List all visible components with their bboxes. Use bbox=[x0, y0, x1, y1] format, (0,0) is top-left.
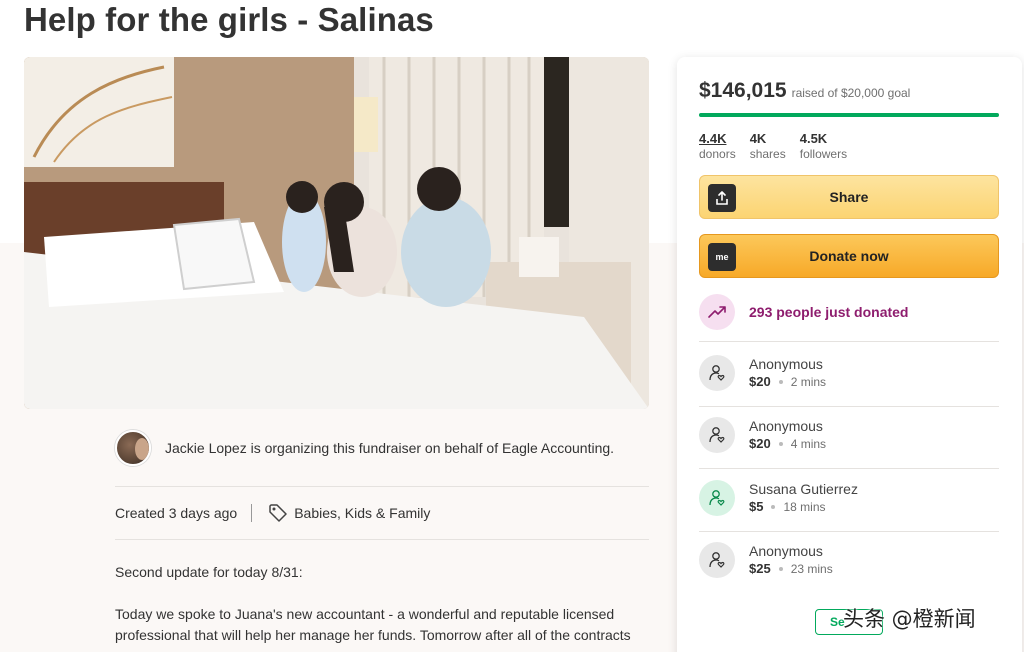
stat-donors[interactable]: 4.4K donors bbox=[699, 131, 736, 162]
gofundme-logo-icon: me bbox=[708, 243, 736, 271]
donation-item: Anonymous $25 23 mins bbox=[699, 542, 833, 578]
donor-heart-icon bbox=[699, 480, 735, 516]
organizer-avatar[interactable] bbox=[115, 430, 151, 466]
raised-summary: $146,015 raised of $20,000 goal bbox=[699, 79, 910, 103]
campaign-photo bbox=[24, 57, 649, 409]
created-date: Created 3 days ago bbox=[115, 505, 238, 521]
page-title: Help for the girls - Salinas bbox=[24, 1, 434, 38]
organizer-row: Jackie Lopez is organizing this fundrais… bbox=[115, 430, 614, 466]
donation-time: 23 mins bbox=[790, 562, 833, 576]
campaign-meta: Created 3 days ago Babies, Kids & Family bbox=[115, 503, 430, 523]
just-donated-text: 293 people just donated bbox=[749, 304, 909, 320]
story-paragraph: Second update for today 8/31: bbox=[115, 564, 303, 580]
trending-up-icon bbox=[699, 294, 735, 330]
donate-button-label: Donate now bbox=[809, 248, 889, 264]
stat-value: 4K bbox=[749, 131, 767, 146]
divider bbox=[115, 539, 649, 540]
donor-name: Susana Gutierrez bbox=[749, 481, 858, 497]
donation-amount: $25 bbox=[749, 561, 771, 576]
donation-amount: $20 bbox=[749, 436, 771, 451]
stat-shares: 4K shares bbox=[750, 131, 786, 162]
tag-icon bbox=[269, 504, 287, 522]
donor-heart-icon bbox=[699, 355, 735, 391]
raised-amount: $146,015 bbox=[699, 79, 787, 102]
donation-amount: $5 bbox=[749, 499, 764, 514]
donation-time: 2 mins bbox=[790, 375, 827, 389]
donor-heart-icon bbox=[699, 417, 735, 453]
stat-followers: 4.5K followers bbox=[800, 131, 847, 162]
watermark: 头条 @橙新闻 bbox=[843, 607, 976, 631]
donation-card: $146,015 raised of $20,000 goal 4.4K don… bbox=[677, 57, 1022, 652]
divider bbox=[699, 468, 999, 469]
dot-separator bbox=[778, 380, 783, 384]
share-button[interactable]: Share bbox=[699, 175, 999, 219]
stat-label: shares bbox=[749, 147, 786, 161]
dot-separator bbox=[778, 567, 783, 571]
recent-donations-summary[interactable]: 293 people just donated bbox=[699, 294, 908, 330]
stat-value: 4.4K bbox=[699, 131, 727, 146]
progress-fill bbox=[699, 113, 999, 117]
stats-row: 4.4K donors 4K shares 4.5K followers bbox=[699, 131, 861, 162]
stat-label: donors bbox=[699, 147, 736, 161]
donor-heart-icon bbox=[699, 542, 735, 578]
dot-separator bbox=[778, 442, 783, 446]
goal-text: raised of $20,000 goal bbox=[791, 86, 911, 100]
organizer-text: Jackie Lopez is organizing this fundrais… bbox=[165, 440, 615, 456]
donation-item: Anonymous $20 4 mins bbox=[699, 417, 826, 453]
category-link[interactable]: Babies, Kids & Family bbox=[294, 505, 430, 521]
donation-time: 4 mins bbox=[790, 437, 827, 451]
logo-text: me bbox=[715, 252, 729, 262]
donation-amount: $20 bbox=[749, 374, 771, 389]
donation-time: 18 mins bbox=[783, 500, 826, 514]
donor-name: Anonymous bbox=[749, 543, 823, 559]
story-paragraph: Today we spoke to Juana's new accountant… bbox=[115, 606, 631, 643]
divider bbox=[699, 341, 999, 342]
story-text: Second update for today 8/31: Today we s… bbox=[115, 562, 649, 652]
donor-name: Anonymous bbox=[749, 418, 823, 434]
divider bbox=[699, 531, 999, 532]
stat-label: followers bbox=[799, 147, 848, 161]
donation-item: Susana Gutierrez $5 18 mins bbox=[699, 480, 858, 516]
share-button-label: Share bbox=[829, 189, 869, 205]
divider bbox=[699, 406, 999, 407]
divider bbox=[115, 486, 649, 487]
progress-bar bbox=[699, 113, 999, 117]
stat-value: 4.5K bbox=[799, 131, 828, 146]
donation-item: Anonymous $20 2 mins bbox=[699, 355, 826, 391]
donate-button[interactable]: me Donate now bbox=[699, 234, 999, 278]
dot-separator bbox=[771, 505, 776, 509]
meta-separator bbox=[251, 504, 253, 522]
upload-icon bbox=[708, 184, 736, 212]
donor-name: Anonymous bbox=[749, 356, 823, 372]
